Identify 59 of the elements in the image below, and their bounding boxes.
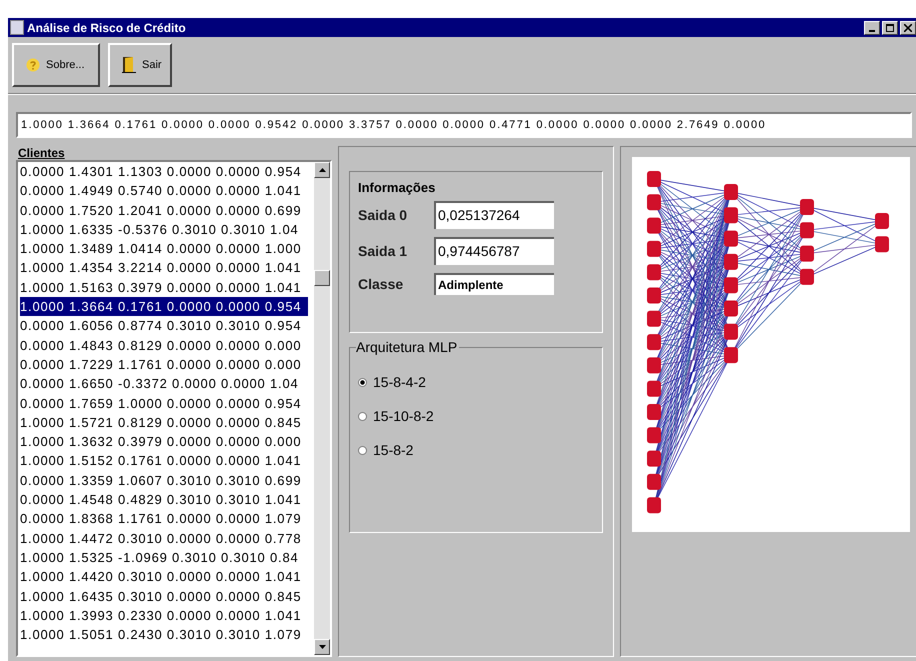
list-item[interactable]: 1.0000 1.3993 0.2330 0.0000 0.0000 1.041 — [20, 606, 302, 626]
radio-button[interactable] — [358, 412, 367, 420]
input-vector-field[interactable]: 1.0000 1.3664 0.1761 0.0000 0.0000 0.9542 0.0000 3.3757 0.0000 0.0000 0.4771 0.0000 0.0000 0.0000 2.7649 0.0000 — [16, 112, 912, 138]
scroll-down-button[interactable] — [314, 639, 330, 655]
list-item[interactable]: 0.0000 1.7229 1.1761 0.0000 0.0000 0.000 — [20, 354, 302, 374]
clients-label: Clientes — [17, 146, 66, 160]
list-item[interactable]: 1.0000 1.3664 0.1761 0.0000 0.0000 0.954 — [20, 297, 308, 316]
list-item[interactable]: 0.0000 1.7520 1.2041 0.0000 0.0000 0.699 — [20, 200, 302, 220]
clients-list[interactable] — [16, 160, 332, 657]
list-item[interactable]: 1.0000 1.4420 0.3010 0.0000 0.0000 1.041 — [20, 567, 302, 587]
radio-button[interactable] — [358, 378, 367, 386]
architecture-title: Arquitetura MLP — [356, 339, 460, 355]
option-label[interactable]: 15-8-2 — [373, 442, 414, 458]
list-item[interactable]: 1.0000 1.6335 -0.5376 0.3010 0.3010 1.04 — [20, 220, 298, 240]
option-label[interactable]: 15-8-4-2 — [373, 374, 426, 390]
down-arrow-icon — [318, 645, 326, 649]
close-icon — [904, 24, 912, 32]
scroll-up-button[interactable] — [314, 162, 330, 178]
list-item[interactable]: 1.0000 1.4354 3.2214 0.0000 0.0000 1.041 — [20, 258, 302, 278]
list-item[interactable]: 1.0000 1.4472 0.3010 0.0000 0.0000 0.778 — [20, 528, 302, 548]
list-item[interactable]: 1.0000 1.5721 0.8129 0.0000 0.0000 0.845 — [20, 412, 302, 432]
info-title: Informações — [358, 180, 436, 195]
list-item[interactable]: 1.0000 1.5152 0.1761 0.0000 0.0000 1.041 — [20, 451, 302, 471]
field-label: Saida 0 — [358, 207, 408, 223]
list-item[interactable]: 1.0000 1.5325 -1.0969 0.3010 0.3010 0.84 — [20, 548, 298, 568]
field-label: Saida 1 — [358, 243, 408, 259]
field-label: Classe — [358, 276, 404, 292]
door-icon — [122, 57, 136, 73]
output-field[interactable]: 0,025137264 — [434, 201, 554, 229]
help-icon — [26, 58, 40, 72]
up-arrow-icon — [318, 168, 326, 172]
window-title: Análise de Risco de Crédito — [27, 20, 187, 34]
list-item[interactable]: 1.0000 1.5051 0.2430 0.3010 0.3010 1.079 — [20, 625, 302, 644]
list-item[interactable]: 0.0000 1.8368 1.1761 0.0000 0.0000 1.079 — [20, 509, 302, 529]
output-field[interactable]: 0,974456787 — [434, 237, 554, 265]
list-item[interactable]: 0.0000 1.7659 1.0000 0.0000 0.0000 0.954 — [20, 394, 302, 413]
list-item[interactable]: 0.0000 1.4301 1.1303 0.0000 0.0000 0.954 — [20, 162, 302, 182]
list-item[interactable]: 0.0000 1.6650 -0.3372 0.0000 0.0000 1.04 — [20, 374, 298, 394]
minimize-button[interactable] — [864, 20, 880, 34]
app-icon — [10, 20, 24, 35]
close-button[interactable] — [900, 20, 916, 34]
output-field[interactable]: Adimplente — [434, 273, 554, 295]
list-item[interactable]: 1.0000 1.3632 0.3979 0.0000 0.0000 0.000 — [20, 432, 302, 452]
scroll-thumb[interactable] — [314, 270, 330, 286]
maximize-icon — [886, 24, 894, 32]
list-item[interactable]: 1.0000 1.6435 0.3010 0.0000 0.0000 0.845 — [20, 586, 302, 606]
option-label[interactable]: 15-10-8-2 — [373, 408, 434, 424]
list-item[interactable]: 0.0000 1.4949 0.5740 0.0000 0.0000 1.041 — [20, 181, 302, 201]
list-item[interactable]: 0.0000 1.6056 0.8774 0.3010 0.3010 0.954 — [20, 316, 302, 336]
maximize-button[interactable] — [882, 20, 898, 34]
exit-button[interactable]: Sair — [108, 43, 172, 87]
about-button[interactable]: Sobre... — [12, 43, 100, 87]
list-item[interactable]: 1.0000 1.5163 0.3979 0.0000 0.0000 1.041 — [20, 278, 302, 298]
minimize-icon — [869, 30, 875, 32]
list-item[interactable]: 0.0000 1.3359 1.0607 0.3010 0.3010 0.699 — [20, 470, 302, 490]
list-item[interactable]: 0.0000 1.4548 0.4829 0.3010 0.3010 1.041 — [20, 490, 302, 510]
radio-button[interactable] — [358, 446, 367, 454]
list-item[interactable]: 1.0000 1.3489 1.0414 0.0000 0.0000 1.000 — [20, 239, 302, 258]
list-item[interactable]: 0.0000 1.4843 0.8129 0.0000 0.0000 0.000 — [20, 336, 302, 355]
